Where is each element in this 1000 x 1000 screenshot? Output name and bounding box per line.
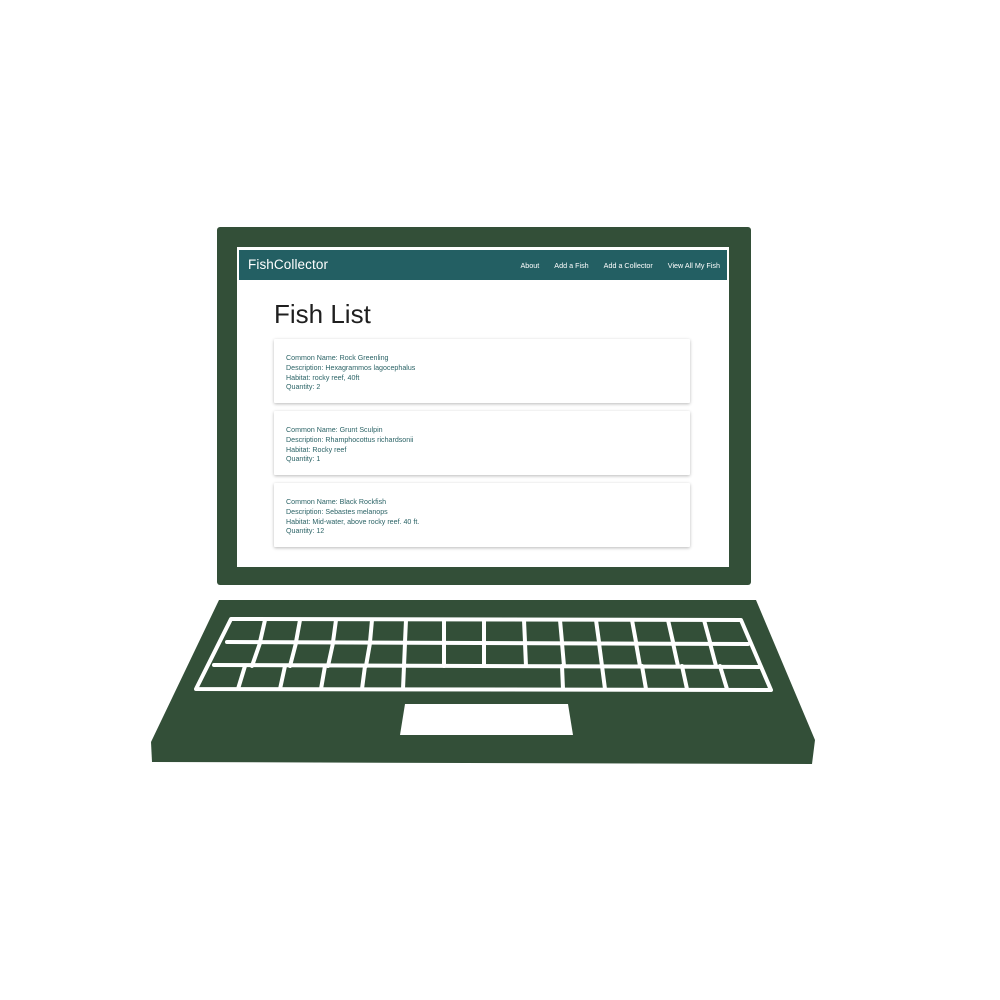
browser-screen: FishCollector About Add a Fish Add a Col… xyxy=(237,247,729,567)
nav-link-about[interactable]: About xyxy=(521,261,540,270)
fish-habitat: Habitat: Mid-water, above rocky reef. 40… xyxy=(286,517,420,526)
brand-link[interactable]: FishCollector xyxy=(248,257,328,272)
nav-links: About Add a Fish Add a Collector View Al… xyxy=(521,261,721,270)
fish-quantity: Quantity: 12 xyxy=(286,527,325,536)
navbar: FishCollector About Add a Fish Add a Col… xyxy=(239,250,727,280)
fish-habitat: Habitat: rocky reef, 40ft xyxy=(286,373,360,382)
fish-quantity: Quantity: 1 xyxy=(286,455,321,464)
trackpad xyxy=(400,704,573,735)
page-title: Fish List xyxy=(274,299,371,329)
fish-description: Description: Rhamphocottus richardsonii xyxy=(286,435,414,444)
fish-common-name: Common Name: Rock Greenling xyxy=(286,354,389,362)
fish-quantity: Quantity: 2 xyxy=(286,383,321,392)
fish-habitat: Habitat: Rocky reef xyxy=(286,445,347,454)
fish-common-name: Common Name: Black Rockfish xyxy=(286,498,387,506)
fish-description: Description: Hexagrammos lagocephalus xyxy=(286,363,416,372)
nav-link-add-fish[interactable]: Add a Fish xyxy=(554,261,588,270)
fish-card[interactable]: Common Name: Grunt Sculpin Description: … xyxy=(274,411,690,475)
fish-list: Common Name: Rock Greenling Description:… xyxy=(274,339,690,555)
fish-card[interactable]: Common Name: Black Rockfish Description:… xyxy=(274,483,690,547)
fish-card[interactable]: Common Name: Rock Greenling Description:… xyxy=(274,339,690,403)
fish-common-name: Common Name: Grunt Sculpin xyxy=(286,426,383,434)
fish-description: Description: Sebastes melanops xyxy=(286,507,388,516)
nav-link-add-collector[interactable]: Add a Collector xyxy=(604,261,653,270)
nav-link-view-all-fish[interactable]: View All My Fish xyxy=(668,261,720,270)
